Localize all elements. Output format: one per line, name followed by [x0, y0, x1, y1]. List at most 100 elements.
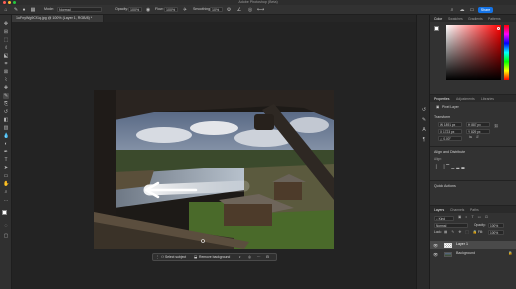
brush-tool-icon[interactable]: ✎ [3, 93, 9, 99]
screen-mode-icon[interactable]: ▢ [3, 233, 9, 239]
layer-row-background[interactable]: 👁 Background 🔒 [430, 250, 516, 258]
quick-actions-section[interactable]: Quick Actions [434, 184, 456, 189]
tab-swatches[interactable]: Swatches [448, 17, 463, 21]
character-panel-icon[interactable]: A [421, 127, 427, 133]
flip-vertical-icon[interactable]: ⇵ [476, 135, 479, 140]
color-picker-field[interactable] [446, 25, 501, 80]
eraser-tool-icon[interactable]: ◧ [3, 117, 9, 123]
more-options-icon[interactable]: ⋯ [257, 255, 260, 259]
brush-size-icon[interactable]: ● [21, 7, 27, 13]
path-select-tool-icon[interactable]: ➤ [3, 165, 9, 171]
dodge-tool-icon[interactable]: ◐ [3, 141, 9, 147]
select-subject-button[interactable]: Select subject [165, 255, 186, 259]
visibility-eye-icon[interactable]: 👁 [433, 243, 438, 248]
pressure-size-icon[interactable]: ◎ [247, 7, 253, 13]
hue-slider[interactable] [504, 25, 509, 80]
foreground-color-swatch[interactable] [2, 210, 7, 215]
hand-tool-icon[interactable]: ✋ [3, 181, 9, 187]
remove-background-button[interactable]: Remove background [199, 255, 230, 259]
layer-thumbnail [444, 242, 452, 248]
link-icon[interactable]: ⛓ [494, 124, 499, 129]
layer-kind-filter[interactable]: ⌕ Kind [434, 216, 454, 221]
transform-section[interactable]: Transform [434, 115, 450, 120]
tab-patterns[interactable]: Patterns [488, 17, 501, 21]
layer-row-layer-1[interactable]: 👁 Layer 1 [430, 241, 516, 249]
history-brush-tool-icon[interactable]: ↺ [3, 109, 9, 115]
lasso-tool-icon[interactable]: ℓ [3, 45, 9, 51]
airbrush-icon[interactable]: ✈ [182, 7, 188, 13]
foreground-color-chip[interactable] [434, 26, 439, 31]
blur-tool-icon[interactable]: 💧 [3, 133, 9, 139]
gradient-tool-icon[interactable]: ▥ [3, 125, 9, 131]
blend-mode-select[interactable]: Normal [434, 223, 468, 228]
brush-angle-icon[interactable]: ∠ [236, 7, 242, 13]
tab-libraries[interactable]: Libraries [481, 97, 494, 101]
width-field[interactable]: W 1891 px [438, 122, 462, 127]
quick-mask-icon[interactable]: ◌ [3, 223, 9, 229]
layers-opacity-field[interactable]: 100% [488, 223, 504, 228]
more-tools-icon[interactable]: … [3, 197, 9, 203]
flow-field[interactable]: 100% [164, 7, 178, 13]
tab-properties[interactable]: Properties [434, 97, 449, 101]
smoothing-settings-icon[interactable]: ⚙ [226, 7, 232, 13]
smoothing-field[interactable]: 10% [210, 7, 223, 13]
opacity-field[interactable]: 100% [128, 7, 142, 13]
lock-icons[interactable]: ▦ ✎ ✥ ⬚ 🔒 [444, 230, 479, 235]
contextual-task-bar: ⋮ ⚇ Select subject ⬓ Remove background ◐… [152, 253, 277, 261]
pen-tool-icon[interactable]: ✒ [3, 149, 9, 155]
layer-filter-icons[interactable]: ▣ ◐ T ▭ ⊡ [458, 215, 490, 220]
pressure-opacity-icon[interactable]: ◉ [145, 7, 151, 13]
layer-name[interactable]: Layer 1 [456, 243, 468, 247]
brush-preset-icon[interactable]: ✎ [13, 7, 19, 13]
fill-field[interactable]: 100% [488, 230, 504, 235]
healing-tool-icon[interactable]: ✚ [3, 85, 9, 91]
zoom-tool-icon[interactable]: ⌕ [3, 189, 9, 195]
tab-color[interactable]: Color [434, 17, 442, 21]
frame-tool-icon[interactable]: ⊠ [3, 69, 9, 75]
tools-panel: ✥ ⊞ ⬚ ℓ ⬕ ⌗ ⊠ ⌇ ✚ ✎ ⎘ ↺ ◧ ▥ 💧 ◐ ✒ T ➤ ▭ … [0, 15, 12, 289]
height-field[interactable]: H 887 px [466, 122, 490, 127]
rectangle-tool-icon[interactable]: ▭ [3, 173, 9, 179]
mode-select[interactable]: Normal [57, 7, 102, 13]
type-tool-icon[interactable]: T [3, 157, 9, 163]
symmetry-icon[interactable]: ⟷ [257, 7, 264, 13]
object-select-tool-icon[interactable]: ⬕ [3, 53, 9, 59]
x-field[interactable]: X 1723 px [438, 129, 462, 134]
crop-tool-icon[interactable]: ⌗ [3, 61, 9, 67]
smoothing-value: 10% [212, 7, 220, 12]
brushes-panel-icon[interactable]: ✎ [421, 117, 427, 123]
marquee-tool-icon[interactable]: ⬚ [3, 37, 9, 43]
angle-field[interactable]: △ 0.00° [438, 136, 462, 141]
pin-icon[interactable]: ⊟ [266, 255, 269, 259]
select-subject-icon: ⚇ [161, 255, 165, 260]
eyedropper-tool-icon[interactable]: ⌇ [3, 77, 9, 83]
home-icon[interactable]: ⌂ [3, 7, 9, 13]
clone-tool-icon[interactable]: ⎘ [3, 101, 9, 107]
workspace-icon[interactable]: ▭ [469, 7, 475, 13]
move-tool-icon[interactable]: ✥ [3, 21, 9, 27]
mask-icon[interactable]: ◎ [248, 255, 251, 259]
share-button[interactable]: Share [478, 7, 493, 13]
tab-adjustments[interactable]: Adjustments [456, 97, 475, 101]
tab-channels[interactable]: Channels [450, 208, 464, 212]
cloud-icon[interactable]: ☁ [459, 7, 465, 13]
search-icon[interactable]: ⌕ [449, 7, 455, 13]
align-distribute-section[interactable]: Align and Distribute [434, 150, 465, 155]
layer-name[interactable]: Background [456, 252, 475, 256]
adjustments-icon[interactable]: ◐ [239, 255, 241, 259]
tab-paths[interactable]: Paths [470, 208, 479, 212]
y-field[interactable]: Y 829 px [466, 129, 490, 134]
tab-gradients[interactable]: Gradients [468, 17, 483, 21]
brush-settings-icon[interactable]: ▦ [30, 7, 36, 13]
flip-horizontal-icon[interactable]: ⇋ [469, 135, 472, 140]
tab-layers[interactable]: Layers [434, 208, 444, 212]
artboard-tool-icon[interactable]: ⊞ [3, 29, 9, 35]
canvas-image[interactable] [94, 90, 334, 249]
align-buttons-icon[interactable]: ▏▕▔▁▂▃ [436, 165, 466, 169]
document-tab[interactable]: 1uFnyWg9Cf1q.jpg @ 100% (Layer 1, RGB/8)… [12, 15, 104, 22]
history-panel-icon[interactable]: ↺ [421, 107, 427, 113]
paragraph-panel-icon[interactable]: ¶ [421, 137, 427, 143]
visibility-eye-icon[interactable]: 👁 [433, 252, 438, 257]
color-picker-handle[interactable] [497, 27, 500, 30]
drag-handle-icon[interactable]: ⋮ [156, 255, 159, 259]
